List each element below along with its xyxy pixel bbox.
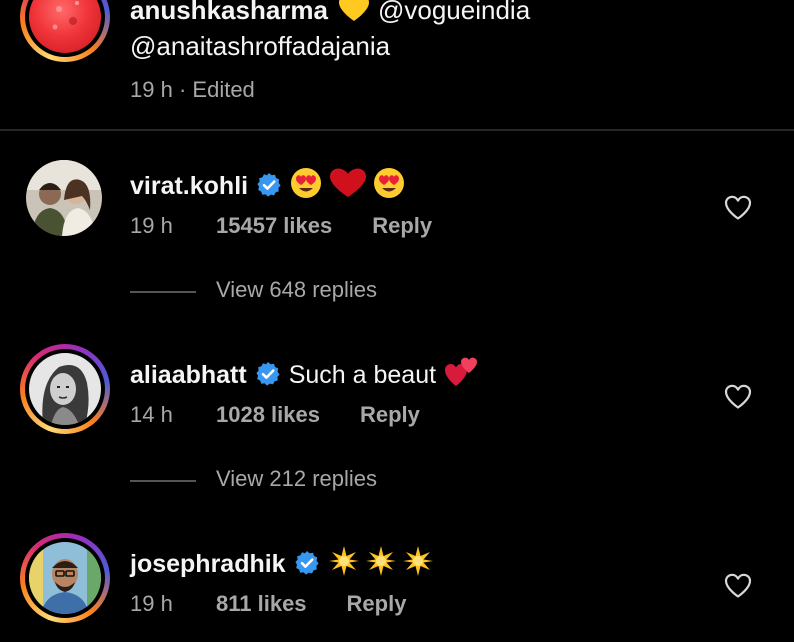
caption-username[interactable]: anushkasharma <box>130 0 328 25</box>
avatar[interactable] <box>29 542 101 614</box>
heart-outline-icon[interactable] <box>724 195 752 221</box>
yellow-heart-icon <box>338 0 370 29</box>
comment-text: aliaabhatt Such a beaut <box>130 356 478 396</box>
separator: · <box>178 77 187 102</box>
comment-body: Such a beaut <box>288 361 437 389</box>
heart-eyes-emoji-icon <box>374 168 405 198</box>
comment-username[interactable]: josephradhik <box>130 550 286 578</box>
comment-text: josephradhik <box>130 545 434 585</box>
sparkle-emoji-icon <box>365 546 396 576</box>
comment-item: aliaabhatt Such a beaut 14 h 1028 likes Rep… <box>0 344 794 444</box>
view-replies-label: View 212 replies <box>216 466 378 491</box>
comment-text: virat.kohli <box>130 167 406 207</box>
likes-count[interactable]: 811 likes <box>216 591 307 617</box>
caption-line: anushkasharma @vogueindia <box>130 0 530 29</box>
sparkle-emoji-icon <box>402 546 433 576</box>
comment-meta: 19 h 15457 likes Reply <box>130 213 432 239</box>
verified-badge-icon <box>255 361 281 395</box>
heart-eyes-emoji-icon <box>291 168 322 198</box>
heart-outline-icon[interactable] <box>724 573 752 599</box>
divider <box>0 129 794 131</box>
comment-meta: 14 h 1028 likes Reply <box>130 402 420 428</box>
comment-meta: 19 h 811 likes Reply <box>130 591 406 617</box>
avatar[interactable] <box>26 160 102 236</box>
mention-link[interactable]: @vogueindia <box>378 0 530 25</box>
emoji-group <box>328 545 434 585</box>
two-hearts-emoji-icon <box>444 356 478 396</box>
timestamp: 19 h <box>130 591 173 616</box>
replies-line <box>130 291 196 293</box>
reply-button[interactable]: Reply <box>360 402 420 428</box>
view-replies-button[interactable]: View 212 replies <box>130 466 530 496</box>
avatar[interactable] <box>29 353 101 425</box>
comment-username[interactable]: virat.kohli <box>130 172 248 200</box>
edited-label: Edited <box>192 77 255 102</box>
mention-link[interactable]: @anaitashroffadajania <box>130 30 390 62</box>
likes-count[interactable]: 15457 likes <box>216 213 332 239</box>
verified-badge-icon <box>294 550 320 584</box>
red-heart-emoji-icon <box>330 168 367 197</box>
timestamp: 19 h <box>130 77 173 102</box>
sparkle-emoji-icon <box>328 546 359 576</box>
view-replies-label: View 648 replies <box>216 277 378 302</box>
caption-meta: 19 h · Edited <box>130 77 255 103</box>
emoji-group <box>290 167 406 207</box>
reply-button[interactable]: Reply <box>372 213 432 239</box>
comment-item: virat.kohli 19 h 15457 likes Reply <box>0 155 794 255</box>
comment-item: josephradhik 19 h 811 likes Reply <box>0 533 794 633</box>
timestamp: 19 h <box>130 213 173 238</box>
heart-outline-icon[interactable] <box>724 384 752 410</box>
replies-line <box>130 480 196 482</box>
reply-button[interactable]: Reply <box>347 591 407 617</box>
verified-badge-icon <box>256 172 282 206</box>
view-replies-button[interactable]: View 648 replies <box>130 277 530 307</box>
post-caption: anushkasharma @vogueindia @anaitashroffad… <box>0 0 794 130</box>
comment-username[interactable]: aliaabhatt <box>130 361 247 389</box>
timestamp: 14 h <box>130 402 173 427</box>
likes-count[interactable]: 1028 likes <box>216 402 320 428</box>
